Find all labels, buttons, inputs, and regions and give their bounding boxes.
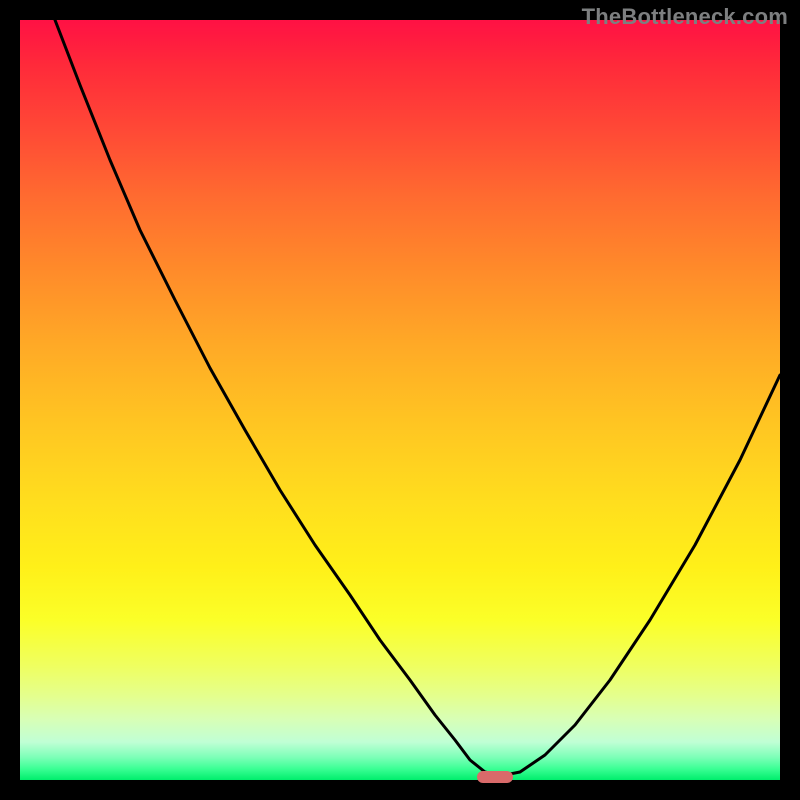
optimal-marker (477, 771, 513, 783)
plot-area (20, 20, 780, 780)
bottleneck-curve (20, 20, 780, 780)
watermark-text: TheBottleneck.com (582, 4, 788, 30)
chart-container: TheBottleneck.com (0, 0, 800, 800)
